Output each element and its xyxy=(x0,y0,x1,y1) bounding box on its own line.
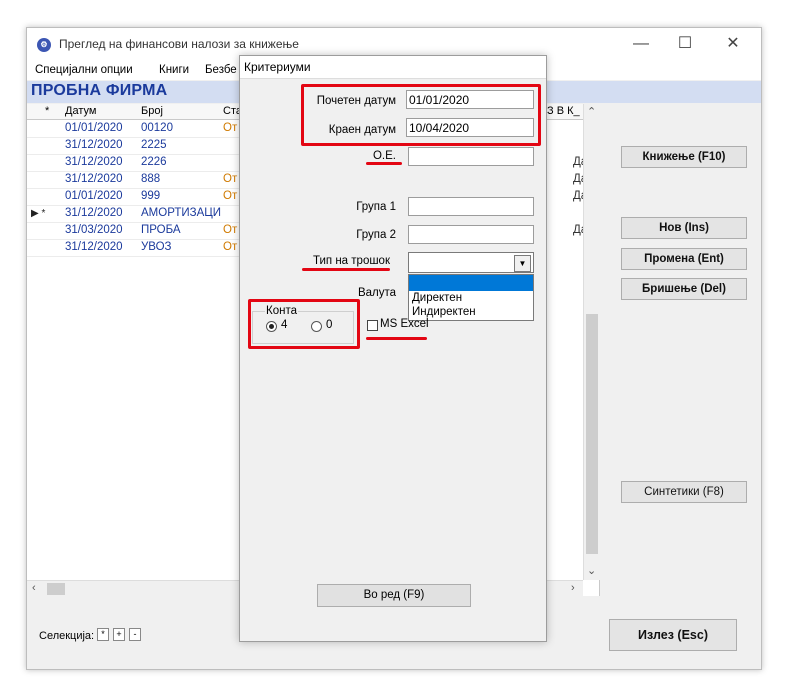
select-add-button[interactable]: + xyxy=(113,628,125,641)
currency-label: Валута xyxy=(357,287,396,299)
row-date: 31/03/2020 xyxy=(65,224,123,236)
annotation-date-box xyxy=(301,84,541,146)
table-row[interactable]: 31/12/2020 УВОЗ От xyxy=(27,239,242,257)
window-title: Преглед на финансови налози за книжење xyxy=(59,37,299,51)
group1-label: Група 1 xyxy=(356,201,396,213)
row-number: 888 xyxy=(141,173,161,185)
row-status: От xyxy=(223,173,238,185)
dropdown-option-empty[interactable] xyxy=(409,275,533,291)
row-number: ПРОБА xyxy=(141,224,181,236)
table-row[interactable]: ▶ * 31/12/2020 АМОРТИЗАЦИ xyxy=(27,205,242,223)
table-row[interactable]: 01/01/2020 00120 От xyxy=(27,120,242,138)
select-remove-button[interactable]: - xyxy=(129,628,141,641)
delete-button[interactable]: Бришење (Del) xyxy=(621,278,747,300)
table-row[interactable]: 31/03/2020 ПРОБА От xyxy=(27,222,242,240)
select-all-button[interactable]: * xyxy=(97,628,109,641)
annotation-accounts-box xyxy=(248,299,360,349)
oe-label: О.Е. xyxy=(372,150,396,162)
edit-button[interactable]: Промена (Ent) xyxy=(621,248,747,270)
row-date: 31/12/2020 xyxy=(65,139,123,151)
scroll-right-icon[interactable]: › xyxy=(571,582,575,594)
horizontal-scroll-thumb[interactable] xyxy=(47,583,65,595)
row-date: 31/12/2020 xyxy=(65,173,123,185)
row-number: 2225 xyxy=(141,139,167,151)
close-button[interactable]: ✕ xyxy=(713,32,753,56)
row-number: 00120 xyxy=(141,122,173,134)
row-status: От xyxy=(223,241,238,253)
new-button[interactable]: Нов (Ins) xyxy=(621,217,747,239)
cost-type-select[interactable]: ▼ xyxy=(408,252,534,273)
row-number: УВОЗ xyxy=(141,241,172,253)
exit-button[interactable]: Излез (Esc) xyxy=(609,619,737,651)
annotation-oe-underline xyxy=(366,162,402,165)
header-date[interactable]: Датум xyxy=(65,105,96,117)
row-date: 31/12/2020 xyxy=(65,207,123,219)
cost-type-label: Тип на трошок xyxy=(312,255,390,267)
menu-special-options[interactable]: Специјални опции xyxy=(35,64,133,76)
menu-security[interactable]: Безбе xyxy=(205,64,237,76)
cost-type-dropdown[interactable]: Директен Индиректен xyxy=(408,274,534,321)
row-status: От xyxy=(223,122,238,134)
scroll-left-icon[interactable]: ‹ xyxy=(32,582,36,594)
dialog-title: Критериуми xyxy=(244,60,311,74)
row-marker: ▶ * xyxy=(31,208,46,219)
ok-button[interactable]: Во ред (F9) xyxy=(317,584,471,607)
header-number[interactable]: Број xyxy=(141,105,163,117)
minimize-button[interactable]: — xyxy=(621,32,661,56)
dropdown-option-indirect[interactable]: Индиректен xyxy=(412,306,476,318)
annotation-excel-underline xyxy=(366,337,427,340)
row-number: 999 xyxy=(141,190,161,202)
header-star: * xyxy=(45,105,50,117)
row-date: 31/12/2020 xyxy=(65,241,123,253)
table-row[interactable]: 31/12/2020 888 От xyxy=(27,171,242,189)
excel-checkbox[interactable] xyxy=(367,320,378,331)
group1-input[interactable] xyxy=(408,197,534,216)
selection-label: Селекција: xyxy=(39,630,95,642)
row-status: От xyxy=(223,224,238,236)
table-row[interactable]: 31/12/2020 2225 xyxy=(27,137,242,155)
maximize-button[interactable]: ☐ xyxy=(665,32,705,56)
row-date: 01/01/2020 xyxy=(65,122,123,134)
app-logo-icon: ⚙ xyxy=(37,38,51,52)
row-status: От xyxy=(223,190,238,202)
row-date: 31/12/2020 xyxy=(65,156,123,168)
dropdown-option-direct[interactable]: Директен xyxy=(412,292,462,304)
scroll-down-icon[interactable]: ⌄ xyxy=(587,564,596,577)
menu-books[interactable]: Книги xyxy=(159,64,189,76)
scroll-up-icon[interactable]: ⌃ xyxy=(587,105,596,118)
table-row[interactable]: 01/01/2020 999 От xyxy=(27,188,242,206)
vertical-scroll-thumb[interactable] xyxy=(586,314,598,554)
chevron-down-icon[interactable]: ▼ xyxy=(514,255,531,272)
book-button[interactable]: Книжење (F10) xyxy=(621,146,747,168)
dialog-title-bar: Критериуми xyxy=(240,56,546,79)
oe-input[interactable] xyxy=(408,147,534,166)
header-right-columns[interactable]: З В К_ xyxy=(547,105,580,117)
excel-label: MS Excel xyxy=(380,318,429,330)
company-name: ПРОБНА ФИРМА xyxy=(31,82,168,99)
synthetics-button[interactable]: Синтетики (F8) xyxy=(621,481,747,503)
vertical-scrollbar[interactable]: ⌃ ⌄ xyxy=(583,104,600,580)
row-number: АМОРТИЗАЦИ xyxy=(141,207,222,219)
row-date: 01/01/2020 xyxy=(65,190,123,202)
table-row[interactable]: 31/12/2020 2226 xyxy=(27,154,242,172)
row-number: 2226 xyxy=(141,156,167,168)
annotation-cost-type-underline xyxy=(302,268,390,271)
group2-label: Група 2 xyxy=(356,229,396,241)
group2-input[interactable] xyxy=(408,225,534,244)
